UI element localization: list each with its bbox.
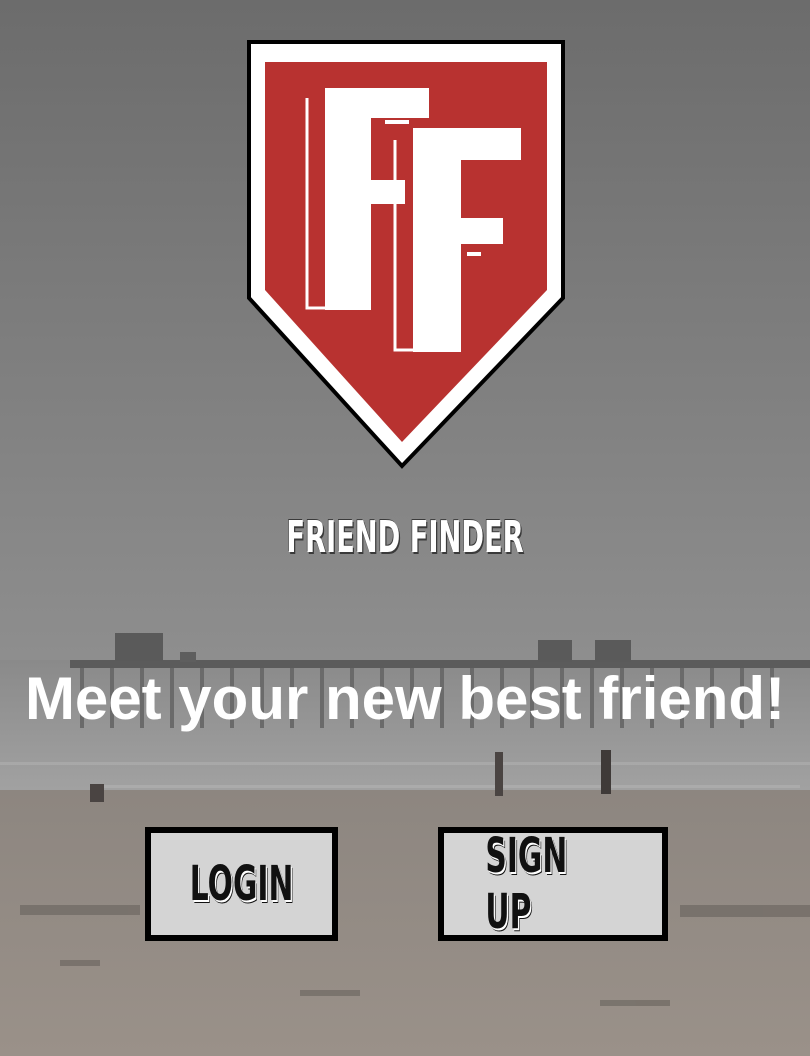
tagline: Meet your new best friend!	[24, 665, 786, 732]
brand-name: FRIEND FINDER	[286, 512, 524, 563]
signup-button[interactable]: SIGN UP	[438, 827, 668, 941]
ff-shield-logo	[247, 40, 565, 469]
login-button-label: LOGIN	[189, 856, 294, 912]
login-button[interactable]: LOGIN	[145, 827, 338, 941]
signup-button-label: SIGN UP	[485, 828, 568, 940]
